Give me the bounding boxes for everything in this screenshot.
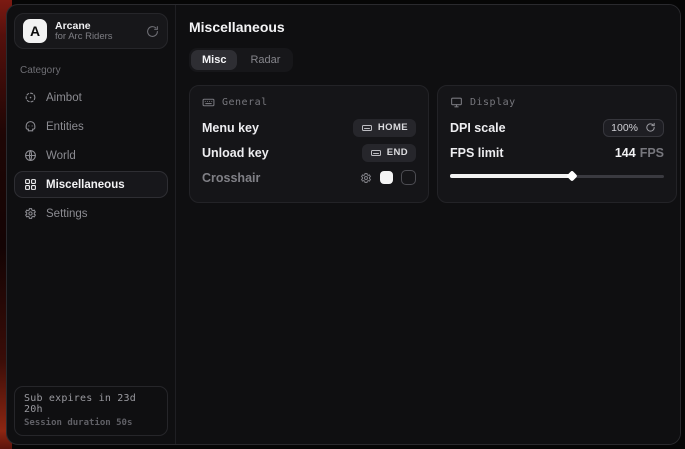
tab-misc[interactable]: Misc	[191, 50, 237, 70]
sidebar-item-label: Miscellaneous	[46, 179, 125, 191]
page-title: Miscellaneous	[189, 19, 677, 35]
sidebar-item-miscellaneous[interactable]: Miscellaneous	[14, 171, 168, 198]
crosshair-icon	[23, 91, 37, 104]
dpi-scale-label: DPI scale	[450, 121, 506, 135]
slider-thumb[interactable]	[566, 170, 577, 181]
tab-radar[interactable]: Radar	[239, 50, 291, 70]
dpi-scale-control[interactable]: 100%	[603, 119, 664, 137]
sidebar-item-label: Settings	[46, 208, 88, 220]
fps-limit-value: 144 FPS	[615, 146, 664, 160]
app-logo: A	[23, 19, 47, 43]
grid-icon	[23, 178, 37, 191]
subscription-card: Sub expires in 23d 20h Session duration …	[14, 386, 168, 436]
sidebar-item-label: World	[46, 150, 76, 162]
menu-key-value: HOME	[378, 122, 408, 133]
menu-key-label: Menu key	[202, 121, 259, 135]
panels-row: General Menu key HOME Unload key	[189, 85, 677, 203]
app-tagline: for Arc Riders	[55, 32, 138, 43]
dpi-scale-value: 100%	[611, 122, 638, 134]
unload-key-label: Unload key	[202, 146, 269, 160]
category-label: Category	[20, 65, 162, 76]
sidebar-item-label: Aimbot	[46, 92, 82, 104]
display-panel-title: Display	[470, 97, 516, 108]
unload-key-button[interactable]: END	[362, 144, 416, 162]
fps-limit-slider[interactable]	[450, 169, 664, 183]
unload-key-value: END	[387, 147, 408, 158]
crosshair-settings-gear-icon[interactable]	[360, 172, 372, 184]
crosshair-row: Crosshair	[202, 165, 416, 190]
main-content: Miscellaneous Misc Radar General Menu ke…	[176, 5, 681, 444]
sidebar-spacer	[14, 227, 168, 386]
profile-card[interactable]: A Arcane for Arc Riders	[14, 13, 168, 49]
key-icon	[361, 122, 373, 134]
menu-key-row: Menu key HOME	[202, 115, 416, 140]
general-panel-header: General	[202, 96, 416, 109]
sidebar-item-world[interactable]: World	[14, 142, 168, 169]
app-window: A Arcane for Arc Riders Category Aimbot	[6, 4, 681, 445]
sidebar-item-settings[interactable]: Settings	[14, 200, 168, 227]
keyboard-icon	[202, 96, 215, 109]
crosshair-color-swatch[interactable]	[380, 171, 393, 184]
sidebar-item-label: Entities	[46, 121, 84, 133]
crosshair-checkbox[interactable]	[401, 170, 416, 185]
key-icon	[370, 147, 382, 159]
display-panel: Display DPI scale 100% FPS limit	[437, 85, 677, 203]
refresh-icon[interactable]	[645, 122, 656, 133]
sidebar-item-aimbot[interactable]: Aimbot	[14, 84, 168, 111]
sub-expiry-text: Sub expires in 23d 20h	[24, 393, 158, 415]
sidebar-item-entities[interactable]: Entities	[14, 113, 168, 140]
fps-number: 144	[615, 146, 636, 160]
fps-unit: FPS	[640, 146, 664, 160]
monitor-icon	[450, 96, 463, 109]
entities-icon	[23, 120, 37, 133]
app-name: Arcane	[55, 20, 138, 32]
slider-fill	[450, 174, 572, 178]
general-panel: General Menu key HOME Unload key	[189, 85, 429, 203]
display-panel-header: Display	[450, 96, 664, 109]
sidebar-nav: Aimbot Entities World	[14, 84, 168, 227]
unload-key-row: Unload key END	[202, 140, 416, 165]
menu-key-button[interactable]: HOME	[353, 119, 416, 137]
crosshair-controls	[360, 170, 416, 185]
gear-icon	[23, 207, 37, 220]
sidebar: A Arcane for Arc Riders Category Aimbot	[7, 5, 176, 444]
crosshair-label: Crosshair	[202, 171, 260, 185]
profile-text: Arcane for Arc Riders	[55, 20, 138, 43]
dpi-scale-row: DPI scale 100%	[450, 115, 664, 140]
tab-bar: Misc Radar	[189, 48, 293, 72]
fps-limit-row: FPS limit 144 FPS	[450, 140, 664, 165]
globe-icon	[23, 149, 37, 162]
general-panel-title: General	[222, 97, 268, 108]
sync-icon[interactable]	[146, 25, 159, 38]
session-duration-text: Session duration 50s	[24, 418, 158, 428]
fps-limit-label: FPS limit	[450, 146, 503, 160]
